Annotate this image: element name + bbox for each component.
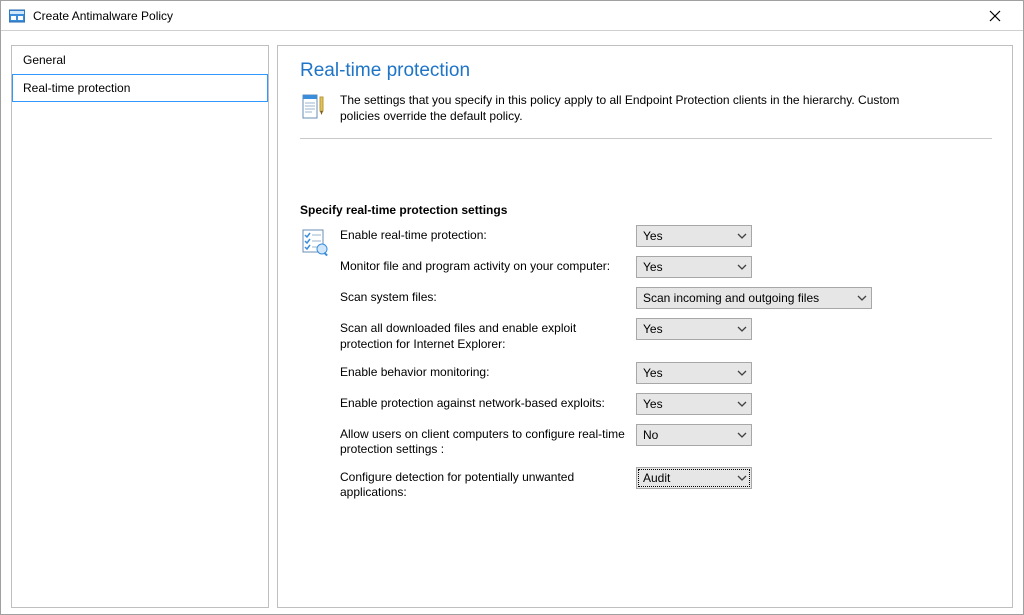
setting-label: Monitor file and program activity on you… <box>340 256 636 275</box>
combo-value: Yes <box>643 366 663 380</box>
sidebar-item-general[interactable]: General <box>12 46 268 74</box>
allow-user-configure-combo[interactable]: No <box>636 424 752 446</box>
scan-downloaded-files-combo[interactable]: Yes <box>636 318 752 340</box>
settings-table: Enable real-time protection: Yes Monitor <box>340 225 992 510</box>
window-title: Create Antimalware Policy <box>33 9 173 23</box>
section-heading: Specify real-time protection settings <box>300 203 992 217</box>
setting-label: Enable behavior monitoring: <box>340 362 636 381</box>
combo-value: Yes <box>643 260 663 274</box>
combo-value: Yes <box>643 397 663 411</box>
setting-row: Scan all downloaded files and enable exp… <box>340 318 992 352</box>
checklist-icon <box>300 227 330 257</box>
app-icon <box>9 8 25 24</box>
pua-detection-combo[interactable]: Audit <box>636 467 752 489</box>
sidebar-item-label: Real-time protection <box>23 81 130 95</box>
dialog-window: Create Antimalware Policy General Real-t… <box>0 0 1024 615</box>
setting-label: Enable protection against network-based … <box>340 393 636 412</box>
scan-system-files-combo[interactable]: Scan incoming and outgoing files <box>636 287 872 309</box>
setting-label: Allow users on client computers to confi… <box>340 424 636 458</box>
sidebar-item-real-time-protection[interactable]: Real-time protection <box>12 74 268 102</box>
combo-value: No <box>643 428 658 442</box>
close-button[interactable] <box>973 2 1017 30</box>
close-icon <box>989 10 1001 22</box>
dialog-body: General Real-time protection Real-time p… <box>1 31 1023 614</box>
settings-block: Enable real-time protection: Yes Monitor <box>300 225 992 510</box>
combo-value: Yes <box>643 229 663 243</box>
combo-value: Scan incoming and outgoing files <box>643 291 819 305</box>
chevron-down-icon <box>857 295 867 301</box>
sidebar: General Real-time protection <box>11 45 269 608</box>
setting-label: Scan all downloaded files and enable exp… <box>340 318 636 352</box>
page-title: Real-time protection <box>300 60 992 82</box>
chevron-down-icon <box>737 432 747 438</box>
setting-row: Configure detection for potentially unwa… <box>340 467 992 501</box>
sidebar-item-label: General <box>23 53 66 67</box>
chevron-down-icon <box>737 233 747 239</box>
enable-behavior-monitoring-combo[interactable]: Yes <box>636 362 752 384</box>
document-icon <box>300 92 330 122</box>
chevron-down-icon <box>737 264 747 270</box>
combo-value: Yes <box>643 322 663 336</box>
setting-label: Configure detection for potentially unwa… <box>340 467 636 501</box>
setting-row: Enable protection against network-based … <box>340 393 992 415</box>
setting-row: Scan system files: Scan incoming and out… <box>340 287 992 309</box>
main-panel: Real-time protection The settings that y <box>277 45 1013 608</box>
setting-row: Enable behavior monitoring: Yes <box>340 362 992 384</box>
chevron-down-icon <box>737 401 747 407</box>
setting-label: Scan system files: <box>340 287 636 306</box>
setting-row: Allow users on client computers to confi… <box>340 424 992 458</box>
chevron-down-icon <box>737 326 747 332</box>
description-text: The settings that you specify in this po… <box>340 92 940 124</box>
setting-row: Monitor file and program activity on you… <box>340 256 992 278</box>
enable-realtime-protection-combo[interactable]: Yes <box>636 225 752 247</box>
title-bar: Create Antimalware Policy <box>1 1 1023 31</box>
network-exploit-protection-combo[interactable]: Yes <box>636 393 752 415</box>
description-row: The settings that you specify in this po… <box>300 92 992 124</box>
setting-label: Enable real-time protection: <box>340 225 636 244</box>
chevron-down-icon <box>737 475 747 481</box>
chevron-down-icon <box>737 370 747 376</box>
combo-value: Audit <box>643 471 670 485</box>
divider <box>300 138 992 139</box>
monitor-file-activity-combo[interactable]: Yes <box>636 256 752 278</box>
setting-row: Enable real-time protection: Yes <box>340 225 992 247</box>
